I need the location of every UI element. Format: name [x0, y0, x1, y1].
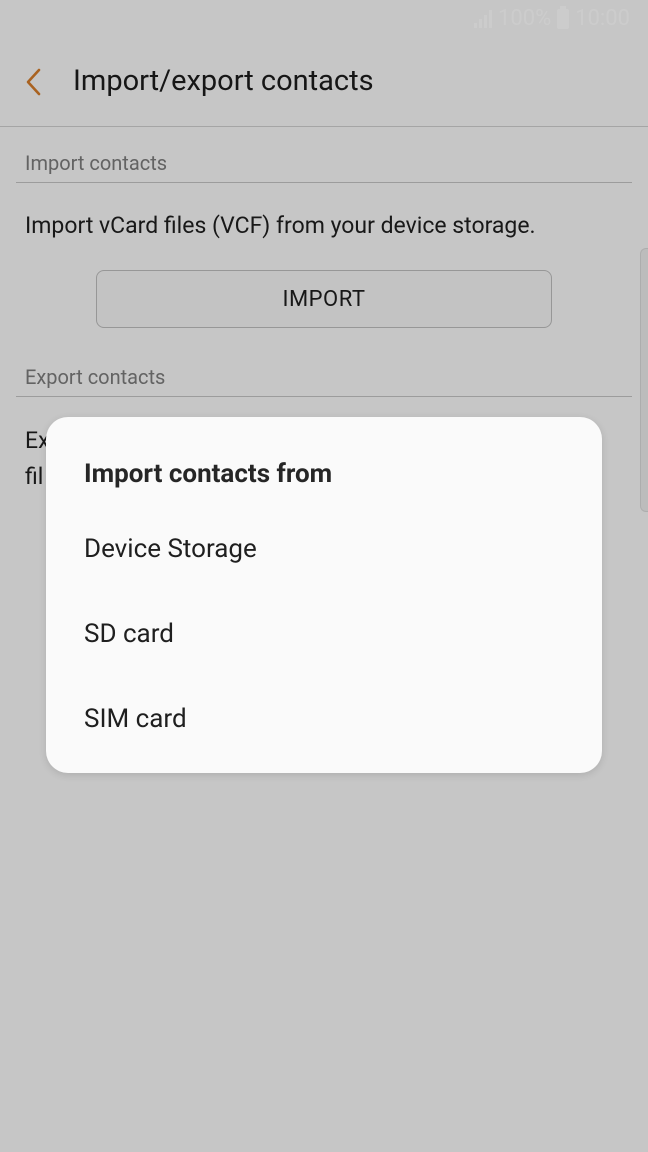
option-sd-card[interactable]: SD card [46, 594, 602, 674]
option-device-storage[interactable]: Device Storage [46, 509, 602, 589]
option-sim-card[interactable]: SIM card [46, 679, 602, 759]
dialog-title: Import contacts from [84, 459, 333, 489]
import-source-dialog: Import contacts from Device Storage SD c… [46, 417, 602, 773]
